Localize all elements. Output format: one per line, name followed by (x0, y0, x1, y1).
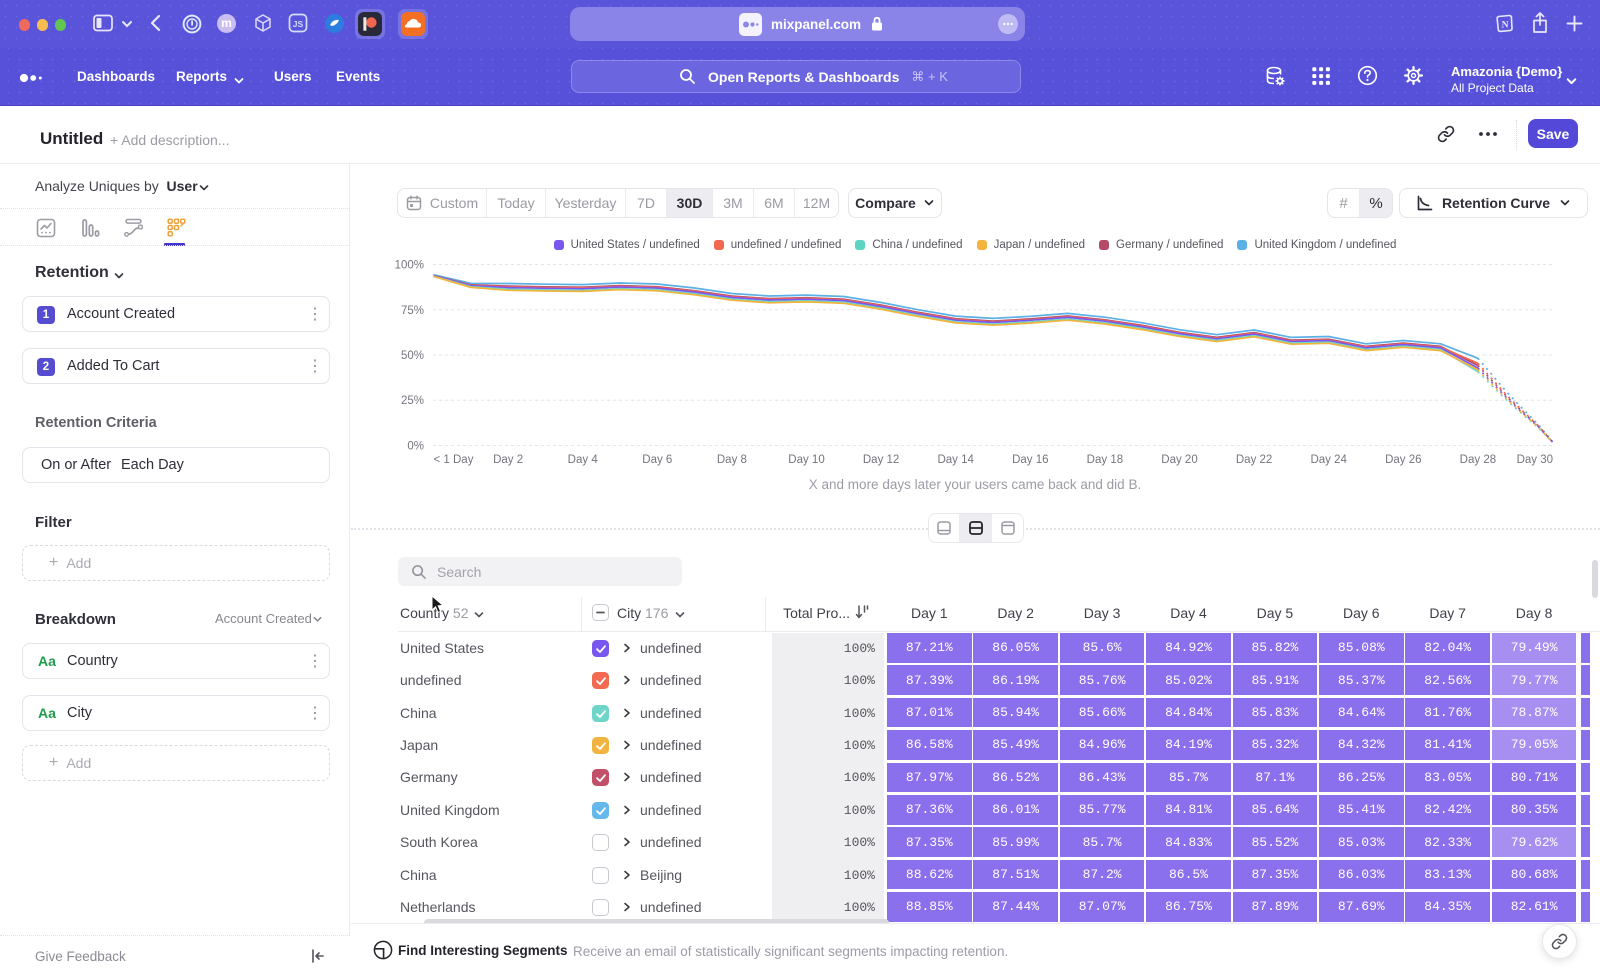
svg-text:Day 22: Day 22 (1236, 454, 1272, 466)
svg-text:0%: 0% (407, 441, 424, 453)
svg-text:Day 26: Day 26 (1385, 454, 1421, 466)
svg-text:50%: 50% (401, 350, 424, 362)
svg-text:Day 4: Day 4 (568, 454, 599, 466)
svg-text:Day 20: Day 20 (1161, 454, 1197, 466)
svg-text:Day 18: Day 18 (1087, 454, 1123, 466)
svg-text:< 1 Day: < 1 Day (434, 454, 474, 466)
svg-text:Day 12: Day 12 (863, 454, 899, 466)
svg-text:Day 30: Day 30 (1517, 454, 1553, 466)
svg-text:Day 14: Day 14 (937, 454, 974, 466)
svg-text:Day 6: Day 6 (642, 454, 672, 466)
svg-text:Day 28: Day 28 (1460, 454, 1496, 466)
svg-text:Day 8: Day 8 (717, 454, 747, 466)
svg-text:Day 10: Day 10 (788, 454, 824, 466)
svg-text:75%: 75% (401, 305, 424, 317)
svg-text:100%: 100% (395, 260, 424, 272)
svg-text:25%: 25% (401, 395, 424, 407)
svg-text:Day 2: Day 2 (493, 454, 523, 466)
svg-text:Day 24: Day 24 (1310, 454, 1347, 466)
svg-text:Day 16: Day 16 (1012, 454, 1048, 466)
